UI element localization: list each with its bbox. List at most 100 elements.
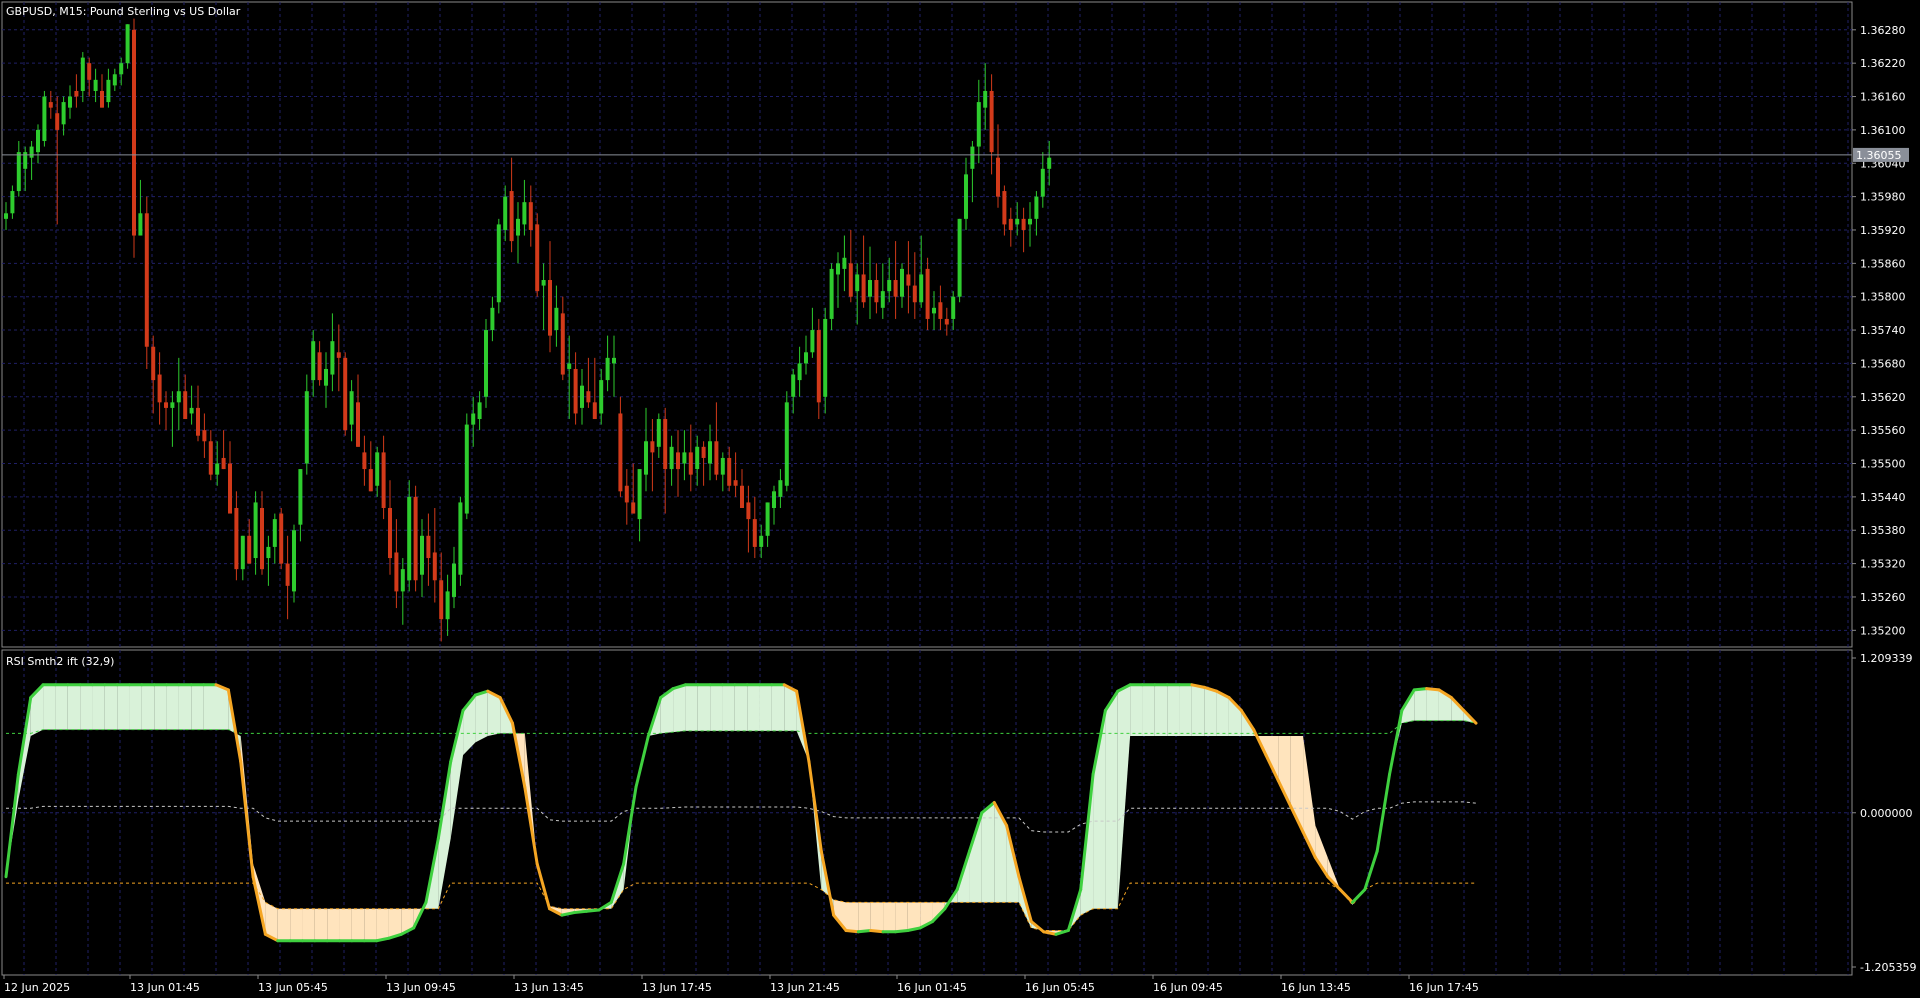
indicator-fill-segment (166, 684, 179, 730)
candle-body (868, 280, 872, 297)
candle-body (708, 441, 712, 464)
candle-body (919, 274, 924, 303)
candle-body (458, 502, 463, 575)
price-axis-label: 1.35680 (1860, 357, 1906, 370)
candle-body (119, 63, 124, 75)
candle (413, 485, 418, 592)
candle-body (400, 569, 405, 592)
candle-body (599, 380, 604, 414)
indicator-axis-label: 0.000000 (1860, 807, 1913, 820)
time-axis-label: 13 Jun 21:45 (770, 981, 840, 994)
candle-body (477, 402, 482, 420)
indicator-fill-segment (327, 908, 340, 941)
candle-body (791, 374, 796, 397)
indicator-line-segment (844, 928, 860, 934)
candle-body (1040, 168, 1045, 197)
indicator-fill-segment (302, 908, 315, 941)
price-axis-label: 1.36160 (1860, 91, 1906, 104)
candle-body (855, 274, 860, 292)
candle-body (663, 419, 668, 470)
price-axis-label: 1.35320 (1860, 558, 1906, 571)
candle-body (650, 441, 655, 453)
price-axis-label: 1.35620 (1860, 391, 1906, 404)
indicator-fill-segment (1204, 687, 1217, 736)
candle-body (61, 102, 66, 125)
candle-body (125, 24, 130, 64)
price-axis-label: 1.35860 (1860, 257, 1906, 270)
candle-body (144, 213, 149, 347)
indicator-fill-segment (1105, 691, 1118, 909)
indicator-fill-segment (747, 684, 760, 731)
candle-body (215, 463, 220, 475)
candle-body (176, 391, 181, 403)
indicator-fill-segment (92, 684, 105, 730)
candle-body (861, 274, 866, 303)
candle-body (778, 480, 783, 497)
current-price-value: 1.36055 (1856, 149, 1902, 162)
candle-body (720, 457, 725, 475)
indicator-fill-segment (364, 908, 377, 941)
time-axis-label: 16 Jun 13:45 (1281, 981, 1351, 994)
candle (458, 496, 463, 586)
indicator-line-segment (1412, 687, 1429, 692)
candle-body (765, 502, 770, 536)
candle-body (509, 191, 514, 242)
candle-body (330, 341, 335, 375)
candle-body (503, 196, 508, 230)
chart-area[interactable]: GBPUSD, M15: Pound Sterling vs US Dollar… (0, 0, 1920, 998)
candle-body (612, 357, 616, 364)
candle-body (55, 113, 60, 130)
time-axis-label: 16 Jun 05:45 (1025, 981, 1095, 994)
candle-body (887, 280, 892, 292)
candle-body (1047, 157, 1052, 169)
candle-body (240, 535, 245, 570)
candle-body (208, 441, 213, 475)
candle-body (957, 218, 962, 297)
candle-body (951, 296, 956, 319)
candle-body (656, 419, 661, 447)
candle (279, 507, 284, 570)
candle-body (304, 391, 309, 464)
indicator-fill-segment (80, 684, 93, 730)
price-axis-label: 1.35980 (1860, 191, 1906, 204)
candle-body (68, 96, 72, 108)
candle-body (253, 502, 258, 559)
candle-body (554, 307, 559, 331)
candle-body (516, 218, 520, 236)
candle-body (925, 268, 930, 319)
indicator-fill-segment (1191, 684, 1205, 736)
indicator-fill-segment (1167, 684, 1180, 736)
candle-body (701, 446, 706, 458)
candle-body (637, 469, 642, 520)
indicator-fill-segment (67, 684, 81, 730)
price-axis-label: 1.35200 (1860, 624, 1906, 637)
candle-body (484, 330, 488, 397)
candle-body (445, 591, 450, 620)
indicator-fill-segment (55, 684, 68, 730)
candle-body (375, 452, 380, 486)
candle-body (285, 563, 290, 586)
candle-body (490, 307, 495, 331)
candle-body (87, 63, 92, 80)
candle-body (381, 452, 386, 508)
candle-body (644, 441, 648, 475)
candle-body (938, 302, 943, 319)
candle-body (356, 402, 360, 447)
candle (132, 18, 136, 258)
candle-body (944, 318, 949, 325)
candle-body (260, 507, 264, 570)
candle-body (932, 307, 936, 314)
candle-body (772, 491, 776, 508)
candle-body (560, 313, 565, 375)
candle-body (964, 174, 968, 219)
candle-body (874, 280, 879, 303)
time-axis-label: 13 Jun 17:45 (642, 981, 712, 994)
candle-body (669, 446, 674, 470)
current-price-tag: 1.36055 (1853, 147, 1909, 162)
candle-body (631, 502, 636, 514)
candle-body (471, 413, 476, 425)
indicator-fill-segment (734, 684, 748, 731)
candle-body (880, 291, 885, 308)
candle-body (29, 146, 34, 158)
indicator-fill-segment (475, 691, 488, 743)
